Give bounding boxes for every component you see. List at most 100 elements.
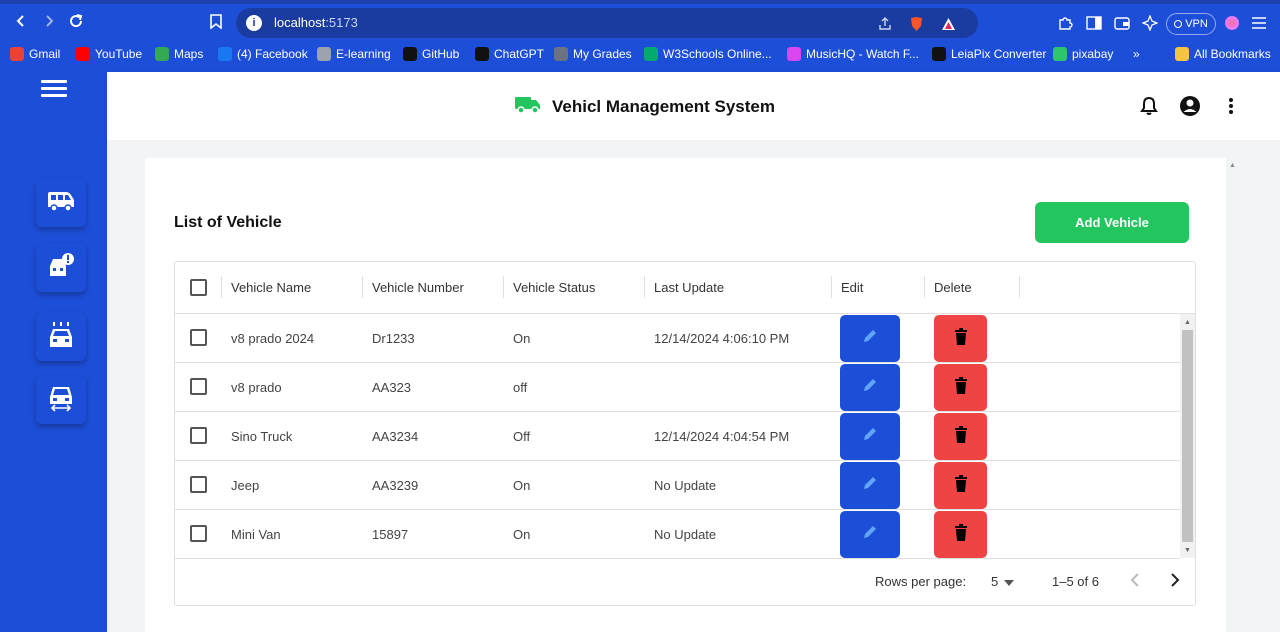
table-row[interactable]: Jeep AA3239 On No Update — [175, 461, 1180, 510]
url-text[interactable]: localhost:5173 — [274, 15, 358, 30]
facebook-icon — [218, 47, 232, 61]
pencil-icon — [862, 377, 878, 398]
wallet-icon[interactable] — [1111, 12, 1133, 34]
sidebar-item-vehicles[interactable] — [36, 179, 86, 227]
app-sidebar — [0, 72, 107, 632]
edit-button[interactable] — [840, 462, 900, 509]
row-checkbox[interactable] — [190, 525, 207, 542]
edit-button[interactable] — [840, 315, 900, 362]
browser-chrome: i localhost:5173 VPN Gmail YouTube Maps … — [0, 0, 1280, 72]
site-info-icon[interactable]: i — [246, 15, 262, 31]
profile-icon[interactable] — [1221, 12, 1243, 34]
table-row[interactable]: v8 prado AA323 off — [175, 363, 1180, 412]
notifications-icon[interactable] — [1137, 94, 1161, 118]
bookmark-item[interactable]: (4) Facebook — [218, 45, 308, 63]
column-header-edit[interactable]: Edit — [831, 262, 924, 313]
bookmark-item[interactable]: Maps — [155, 45, 203, 63]
column-header-delete[interactable]: Delete — [924, 262, 1019, 313]
rows-per-page-label: Rows per page: — [875, 574, 967, 589]
sidebar-toggle-icon[interactable] — [1083, 12, 1105, 34]
brave-shield-icon[interactable] — [907, 15, 925, 33]
vpn-button[interactable]: VPN — [1166, 13, 1216, 35]
bookmark-item[interactable]: W3Schools Online... — [644, 45, 772, 63]
sidebar-item-alerts[interactable] — [36, 244, 86, 292]
vehicle-number-cell: 15897 — [372, 526, 409, 542]
bookmark-label: ChatGPT — [494, 47, 545, 61]
truck-icon — [514, 94, 542, 119]
page-scrollbar[interactable]: ▲ — [1226, 158, 1240, 632]
vehicle-number-cell: AA3239 — [372, 477, 419, 493]
folder-icon — [1175, 47, 1189, 61]
edit-button[interactable] — [840, 364, 900, 411]
bookmark-item[interactable]: » — [1133, 45, 1140, 63]
back-icon[interactable] — [8, 8, 34, 34]
bookmark-item[interactable]: Gmail — [10, 45, 60, 63]
rows-per-page-select[interactable]: 5 — [991, 574, 1015, 589]
scrollbar-thumb[interactable] — [1182, 330, 1193, 542]
edit-button[interactable] — [840, 511, 900, 558]
app-title-text: Vehicl Management System — [552, 96, 775, 116]
brave-rewards-icon[interactable] — [939, 15, 957, 33]
browser-menu-icon[interactable] — [1248, 12, 1270, 34]
bookmark-item[interactable]: YouTube — [76, 45, 142, 63]
delete-button[interactable] — [934, 315, 987, 362]
share-icon[interactable] — [876, 15, 894, 33]
bookmark-item[interactable]: E-learning — [317, 45, 391, 63]
reload-icon[interactable] — [63, 8, 89, 34]
sidebar-item-transfers[interactable] — [36, 376, 86, 424]
vehicle-status-cell: On — [513, 477, 531, 493]
table-row[interactable]: v8 prado 2024 Dr1233 On 12/14/2024 4:06:… — [175, 314, 1180, 363]
scroll-down-icon[interactable]: ▼ — [1180, 544, 1195, 556]
forward-icon[interactable] — [36, 8, 62, 34]
menu-icon[interactable] — [41, 80, 67, 100]
leo-ai-icon[interactable] — [1139, 12, 1161, 34]
trash-icon — [954, 523, 968, 546]
table-row[interactable]: Sino Truck AA3234 Off 12/14/2024 4:04:54… — [175, 412, 1180, 461]
vpn-status-icon — [1174, 20, 1183, 28]
scroll-up-icon[interactable]: ▲ — [1180, 316, 1195, 328]
bookmark-item[interactable]: GitHub — [403, 45, 459, 63]
delete-button[interactable] — [934, 462, 987, 509]
column-header-vehicle-number[interactable]: Vehicle Number — [362, 262, 503, 313]
table-scrollbar[interactable]: ▲ ▼ — [1180, 314, 1195, 558]
chatgpt-icon — [475, 47, 489, 61]
dropdown-arrow-icon — [1004, 574, 1015, 589]
bookmark-label: Gmail — [29, 47, 61, 61]
url-host: localhost — [274, 15, 326, 30]
elearning-icon — [317, 47, 331, 61]
more-vert-icon[interactable] — [1219, 94, 1243, 118]
add-vehicle-button[interactable]: Add Vehicle — [1035, 202, 1189, 243]
bookmark-item[interactable]: ChatGPT — [475, 45, 544, 63]
leiapix-icon — [932, 47, 946, 61]
bookmark-label: MusicHQ - Watch F... — [806, 47, 919, 61]
vehicle-number-cell: Dr1233 — [372, 330, 415, 346]
bookmark-item[interactable]: MusicHQ - Watch F... — [787, 45, 919, 63]
extensions-icon[interactable] — [1054, 12, 1076, 34]
delete-button[interactable] — [934, 511, 987, 558]
row-checkbox[interactable] — [190, 427, 207, 444]
previous-page-icon[interactable] — [1130, 573, 1140, 590]
row-checkbox[interactable] — [190, 476, 207, 493]
page-scroll-up-icon[interactable]: ▲ — [1229, 162, 1236, 169]
column-header-vehicle-status[interactable]: Vehicle Status — [503, 262, 644, 313]
row-checkbox[interactable] — [190, 329, 207, 346]
bookmark-item[interactable]: LeiaPix Converter — [932, 45, 1046, 63]
delete-button[interactable] — [934, 413, 987, 460]
sidebar-item-maintenance[interactable] — [36, 313, 86, 361]
column-header-vehicle-name[interactable]: Vehicle Name — [221, 262, 362, 313]
bookmark-item[interactable]: All Bookmarks — [1175, 45, 1271, 63]
address-bar[interactable]: i localhost:5173 — [236, 8, 978, 38]
pencil-icon — [862, 475, 878, 496]
account-icon[interactable] — [1178, 94, 1202, 118]
table-row[interactable]: Mini Van 15897 On No Update — [175, 510, 1180, 559]
vehicle-list-card: List of Vehicle Add Vehicle Vehicle Name… — [145, 158, 1226, 632]
edit-button[interactable] — [840, 413, 900, 460]
select-all-checkbox[interactable] — [190, 279, 207, 296]
bookmark-page-icon[interactable] — [203, 8, 229, 34]
bookmark-item[interactable]: My Grades — [554, 45, 632, 63]
row-checkbox[interactable] — [190, 378, 207, 395]
bookmark-item[interactable]: pixabay — [1053, 45, 1113, 63]
column-header-last-update[interactable]: Last Update — [644, 262, 831, 313]
next-page-icon[interactable] — [1170, 573, 1180, 590]
delete-button[interactable] — [934, 364, 987, 411]
